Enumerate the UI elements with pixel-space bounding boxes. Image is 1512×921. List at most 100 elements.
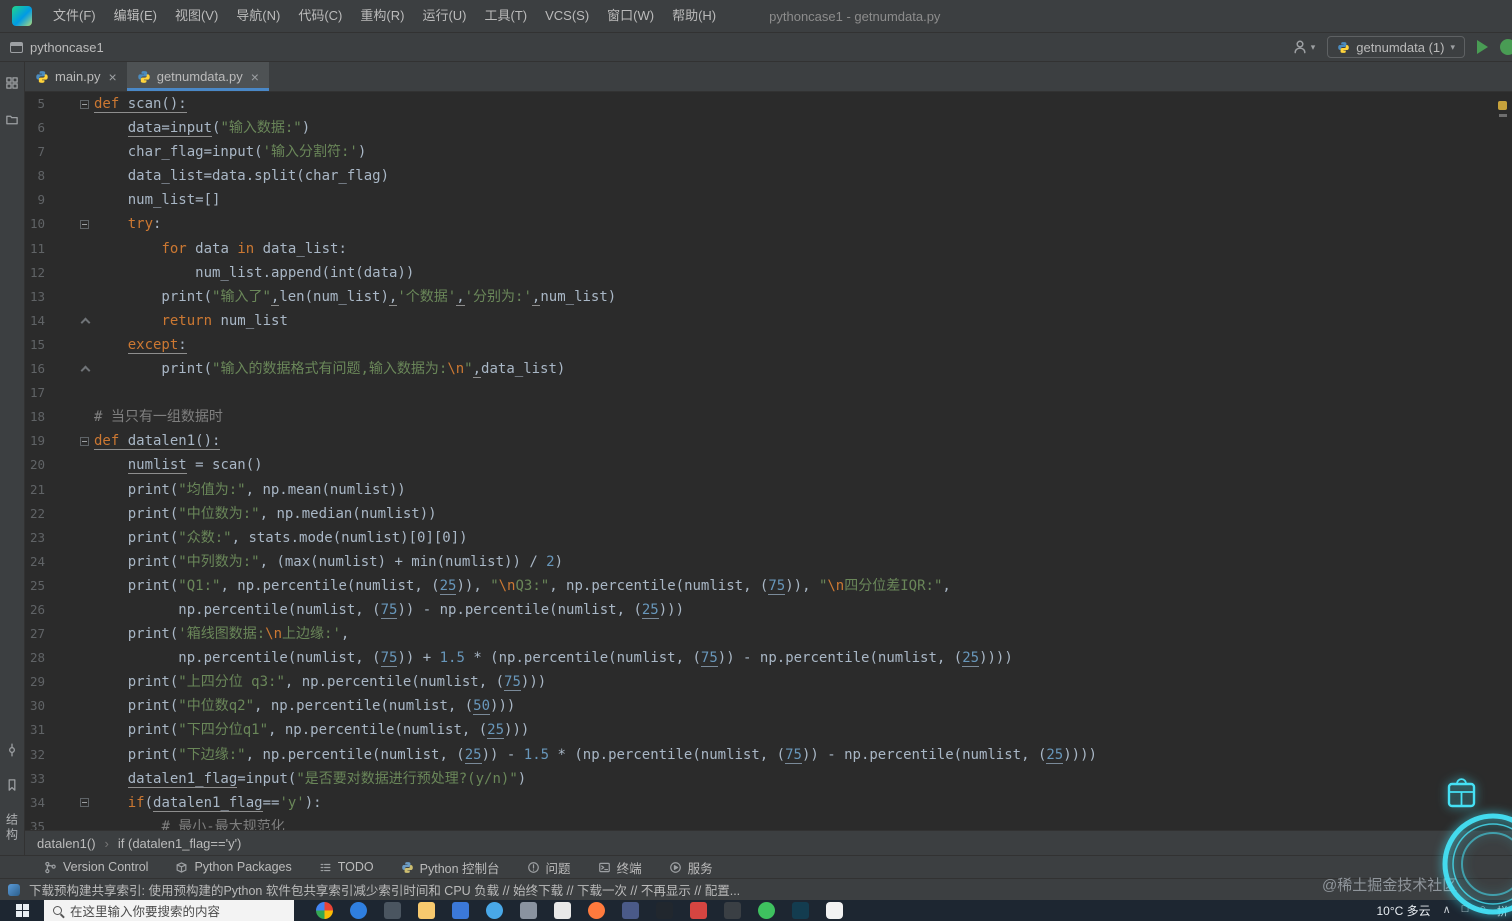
code-text: print("中位数q2", np.percentile(numlist, (5…	[94, 698, 516, 716]
menu-item[interactable]: 帮助(H)	[663, 0, 725, 32]
line-number: 31	[29, 722, 45, 738]
tray-item[interactable]: 拼	[1497, 903, 1508, 919]
line-number: 6	[37, 120, 45, 136]
menu-items: 文件(F) 编辑(E) 视图(V) 导航(N) 代码(C) 重构(R) 运行(U) 工具(T)…	[44, 0, 725, 32]
code-line-5: 5 def scan():	[25, 92, 1512, 116]
toolwindow-label: Python 控制台	[419, 861, 500, 876]
weather-widget[interactable]: 10°C 多云	[1376, 902, 1430, 919]
code-editor[interactable]: 5 def scan(): 6 data=input("输入数据:") 7 char_…	[25, 92, 1512, 830]
code-text: num_list=[]	[94, 192, 221, 209]
menu-item[interactable]: 视图(V)	[166, 0, 227, 32]
scrollbar-mark	[1498, 114, 1507, 117]
taskbar-app-icon[interactable]	[418, 902, 435, 919]
tab-close-icon[interactable]: ×	[251, 69, 259, 85]
menu-item[interactable]: 窗口(W)	[598, 0, 663, 32]
taskbar-app-icon[interactable]	[622, 902, 639, 919]
fold-gutter	[45, 140, 94, 164]
toolwindow-todo[interactable]: TODO	[319, 860, 374, 874]
toolwindow-services[interactable]: 服务	[669, 858, 713, 877]
line-number: 8	[37, 168, 45, 184]
fold-gutter	[45, 502, 94, 526]
fold-marker[interactable]	[45, 309, 94, 333]
taskbar-app-icon[interactable]	[724, 902, 741, 919]
tray-item[interactable]: □	[1462, 903, 1469, 919]
commit-icon	[9, 743, 15, 757]
fold-marker[interactable]	[45, 429, 94, 453]
fold-marker[interactable]	[45, 357, 94, 381]
tray-item[interactable]: ○	[1479, 903, 1486, 919]
toolwindow-problems[interactable]: 问题	[527, 858, 571, 877]
menu-item[interactable]: 编辑(E)	[105, 0, 166, 32]
taskbar-app-icon[interactable]	[486, 902, 503, 919]
taskbar-search-input[interactable]: 在这里输入你要搜索的内容	[44, 900, 294, 921]
run-configuration-select[interactable]: getnumdata (1) ▾	[1327, 36, 1465, 58]
menu-item[interactable]: 导航(N)	[227, 0, 289, 32]
menu-item[interactable]: 运行(U)	[413, 0, 475, 32]
code-line-26: 26 np.percentile(numlist, (75)) - np.per…	[25, 598, 1512, 622]
python-icon	[1338, 41, 1350, 53]
tray-item[interactable]: ∧	[1443, 903, 1451, 919]
menu-item[interactable]: 工具(T)	[475, 0, 536, 32]
code-text: print("中位数为:", np.median(numlist))	[94, 505, 437, 522]
code-line-17: 17	[25, 381, 1512, 405]
breadcrumb-item[interactable]: datalen1()	[37, 836, 96, 851]
toolwindow-terminal[interactable]: 终端	[598, 858, 642, 877]
bookmarks-tool-button[interactable]	[5, 778, 19, 797]
tab-main.py[interactable]: main.py ×	[25, 62, 127, 91]
taskbar-app-icon[interactable]	[554, 902, 571, 919]
fold-marker[interactable]	[45, 791, 94, 815]
toolwindow-pyconsole[interactable]: Python 控制台	[401, 858, 500, 877]
search-icon	[53, 906, 62, 915]
menu-item[interactable]: 重构(R)	[351, 0, 413, 32]
menu-item[interactable]: 代码(C)	[289, 0, 351, 32]
code-line-15: 15 except:	[25, 333, 1512, 357]
code-text: def datalen1():	[94, 433, 221, 451]
user-account-button[interactable]: ▾	[1292, 39, 1315, 55]
code-text: numlist = scan()	[127, 457, 263, 475]
code-text: np.percentile(numlist, (75)) - np.percen…	[94, 601, 685, 619]
taskbar-app-icon[interactable]	[826, 902, 843, 919]
fold-marker[interactable]	[45, 92, 94, 116]
breadcrumb-item[interactable]: if (datalen1_flag=='y')	[118, 836, 242, 851]
status-message[interactable]: 下载预构建共享索引: 使用预构建的Python 软件包共享索引减少索引时间和 C…	[29, 880, 740, 899]
inspection-widget[interactable]	[1498, 101, 1507, 117]
fold-gutter	[45, 405, 94, 429]
warning-indicator-icon	[1498, 101, 1507, 110]
taskbar-app-icon[interactable]	[316, 902, 333, 919]
code-text: data=input("输入数据:")	[127, 120, 311, 138]
toolwindow-branch[interactable]: Version Control	[44, 860, 148, 874]
taskbar-app-icon[interactable]	[656, 902, 673, 919]
python-icon	[138, 70, 150, 83]
code-line-18: 18 # 当只有一组数据时	[25, 405, 1512, 429]
debug-button[interactable]	[1500, 39, 1512, 55]
menu-item[interactable]: 文件(F)	[44, 0, 105, 32]
taskbar-app-icon[interactable]	[350, 902, 367, 919]
code-lines: 5 def scan(): 6 data=input("输入数据:") 7 char_…	[25, 92, 1512, 830]
commit-tool-button[interactable]	[5, 743, 19, 762]
fold-gutter	[45, 622, 94, 646]
folder-tool-button[interactable]	[5, 113, 19, 132]
menu-item[interactable]: VCS(S)	[536, 0, 598, 32]
run-button[interactable]	[1477, 40, 1488, 54]
fold-gutter	[45, 164, 94, 188]
code-text: try:	[127, 216, 162, 233]
taskbar-app-icon[interactable]	[384, 902, 401, 919]
project-tool-button[interactable]	[5, 76, 19, 95]
tab-getnumdata.py[interactable]: getnumdata.py ×	[126, 62, 270, 91]
fold-gutter	[45, 188, 94, 212]
taskbar-app-icon[interactable]	[452, 902, 469, 919]
start-button[interactable]	[0, 900, 44, 921]
structure-tool-button[interactable]: 结构	[4, 813, 21, 843]
fold-marker[interactable]	[45, 212, 94, 236]
toolwindow-package[interactable]: Python Packages	[175, 860, 292, 874]
taskbar-app-icon[interactable]	[792, 902, 809, 919]
code-line-30: 30 print("中位数q2", np.percentile(numlist,…	[25, 694, 1512, 718]
line-number: 5	[37, 96, 45, 111]
taskbar-app-icon[interactable]	[758, 902, 775, 919]
taskbar-app-icon[interactable]	[588, 902, 605, 919]
fold-gutter	[45, 694, 94, 718]
line-number: 13	[29, 288, 45, 304]
taskbar-app-icon[interactable]	[690, 902, 707, 919]
tab-close-icon[interactable]: ×	[109, 69, 117, 85]
taskbar-app-icon[interactable]	[520, 902, 537, 919]
